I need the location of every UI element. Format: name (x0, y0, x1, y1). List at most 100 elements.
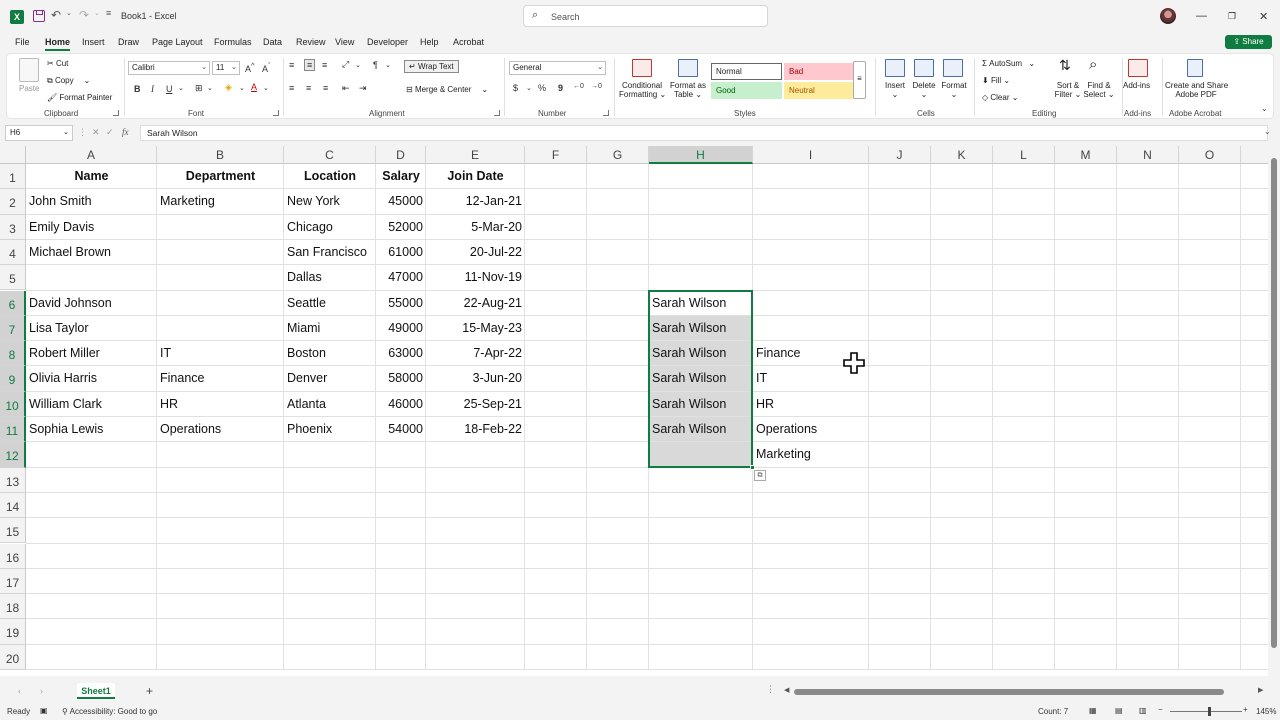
column-header-g[interactable]: G (587, 146, 649, 164)
format-painter-button[interactable]: 🖌 Format Painter (47, 93, 112, 102)
cell-e3[interactable]: 5-Mar-20 (426, 215, 525, 240)
cell-b2[interactable]: Marketing (157, 189, 284, 214)
cell-c11[interactable]: Phoenix (284, 417, 376, 442)
zoom-level[interactable]: 145% (1256, 707, 1276, 716)
vertical-scrollbar[interactable] (1268, 146, 1280, 676)
page-break-icon[interactable]: ▥ (1139, 706, 1147, 715)
undo-dropdown-icon[interactable]: ⌄ (66, 9, 72, 17)
sort-filter-button[interactable]: Sort & Filter ⌄ (1053, 81, 1083, 99)
cell-e2[interactable]: 12-Jan-21 (426, 189, 525, 214)
cell-d3[interactable]: 52000 (376, 215, 426, 240)
avatar[interactable] (1160, 8, 1176, 24)
cell-a3[interactable]: Emily Davis (26, 215, 157, 240)
cell-c4[interactable]: San Francisco (284, 240, 376, 265)
cell-i10[interactable]: HR (753, 392, 869, 417)
cell-d4[interactable]: 61000 (376, 240, 426, 265)
increase-indent-icon[interactable]: ⇥ (359, 83, 367, 94)
cell-c9[interactable]: Denver (284, 366, 376, 391)
cell-a2[interactable]: John Smith (26, 189, 157, 214)
row-header-1[interactable]: 1 (0, 164, 26, 190)
cell-e9[interactable]: 3-Jun-20 (426, 366, 525, 391)
fill-button[interactable]: ⬇ Fill ⌄ (982, 76, 1010, 85)
cell-d2[interactable]: 45000 (376, 189, 426, 214)
align-middle-icon[interactable]: ≡ (304, 59, 316, 71)
addins-button[interactable]: Add-ins (1123, 81, 1150, 90)
fx-icon[interactable]: fx (122, 127, 129, 137)
page-layout-icon[interactable]: ▤ (1115, 706, 1123, 715)
align-bottom-icon[interactable]: ≡ (322, 60, 327, 70)
accessibility-status[interactable]: ⚲ Accessibility: Good to go (62, 707, 157, 716)
formula-input[interactable]: Sarah Wilson (140, 125, 1268, 141)
decrease-decimal-icon[interactable]: →0 (591, 83, 602, 90)
row-header-6[interactable]: 6 (0, 290, 26, 316)
format-as-table-button[interactable]: Format as Table ⌄ (668, 81, 708, 99)
font-launcher-icon[interactable] (273, 110, 279, 116)
font-color-icon[interactable]: A (251, 82, 257, 92)
borders-icon[interactable]: ⊞ (195, 83, 203, 94)
cell-b9[interactable]: Finance (157, 366, 284, 391)
orientation-icon[interactable]: ⤢ (342, 59, 349, 70)
cell-d6[interactable]: 55000 (376, 291, 426, 316)
currency-icon[interactable]: $ (513, 83, 518, 93)
cell-c6[interactable]: Seattle (284, 291, 376, 316)
tab-acrobat[interactable]: Acrobat (453, 37, 484, 47)
cell-i12[interactable]: Marketing (753, 442, 869, 467)
style-neutral[interactable]: Neutral (784, 82, 854, 99)
cell-c1[interactable]: Location (284, 164, 376, 189)
bold-icon[interactable]: B (134, 84, 141, 94)
autosum-button[interactable]: Σ AutoSum ⌄ (982, 59, 1035, 68)
tab-help[interactable]: Help (420, 37, 439, 47)
number-format-select[interactable]: General ⌄ (509, 61, 606, 75)
cancel-icon[interactable]: ✕ (92, 127, 100, 138)
cell-d5[interactable]: 47000 (376, 265, 426, 290)
style-good[interactable]: Good (711, 82, 782, 99)
macro-record-icon[interactable]: ▣ (40, 706, 48, 715)
format-cells-button[interactable]: Format ⌄ (939, 81, 969, 99)
row-header-20[interactable]: 20 (0, 644, 26, 670)
increase-font-icon[interactable]: A^ (245, 61, 255, 74)
row-header-4[interactable]: 4 (0, 239, 26, 266)
row-header-10[interactable]: 10 (0, 391, 26, 417)
row-header-13[interactable]: 13 (0, 467, 26, 493)
cell-a9[interactable]: Olivia Harris (26, 366, 157, 391)
font-size-select[interactable]: 11 ⌄ (212, 61, 240, 75)
cell-d8[interactable]: 63000 (376, 341, 426, 366)
align-top-icon[interactable]: ≡ (289, 60, 294, 70)
delete-cells-button[interactable]: Delete ⌄ (911, 81, 937, 99)
redo-dropdown-icon[interactable]: ⌄ (94, 9, 100, 17)
expand-formula-icon[interactable]: ⌄ (1264, 127, 1271, 136)
row-header-9[interactable]: 9 (0, 366, 26, 392)
tab-review[interactable]: Review (296, 37, 326, 47)
increase-decimal-icon[interactable]: ←0 (573, 83, 584, 90)
customize-toolbar-icon[interactable]: ≡ (106, 8, 111, 18)
tab-split-icon[interactable]: ⋮ (766, 684, 775, 695)
cell-a1[interactable]: Name (26, 164, 157, 189)
scroll-right-icon[interactable]: ▶ (1258, 686, 1263, 694)
share-button[interactable]: ⇪ Share (1225, 35, 1272, 49)
row-header-5[interactable]: 5 (0, 265, 26, 291)
tab-data[interactable]: Data (263, 37, 282, 47)
cell-a4[interactable]: Michael Brown (26, 240, 157, 265)
row-header-17[interactable]: 17 (0, 568, 26, 595)
select-all-corner[interactable] (0, 146, 26, 164)
font-color-dropdown-icon[interactable]: ⌄ (263, 84, 269, 92)
minimize-icon[interactable]: — (1196, 10, 1207, 22)
redo-icon[interactable]: ↷ (79, 8, 89, 22)
cell-c5[interactable]: Dallas (284, 265, 376, 290)
tab-insert[interactable]: Insert (82, 37, 105, 47)
rtl-icon[interactable]: ¶ (373, 60, 378, 70)
cell-a6[interactable]: David Johnson (26, 291, 157, 316)
conditional-formatting-button[interactable]: Conditional Formatting ⌄ (619, 81, 666, 99)
cell-e7[interactable]: 15-May-23 (426, 316, 525, 341)
align-right-icon[interactable]: ≡ (323, 83, 328, 93)
row-header-19[interactable]: 19 (0, 619, 26, 645)
tab-home[interactable]: Home (45, 37, 71, 51)
font-name-select[interactable]: Calibri ⌄ (128, 61, 210, 75)
column-header-l[interactable]: L (993, 146, 1055, 164)
ribbon-collapse-icon[interactable]: ⌄ (1261, 104, 1268, 113)
cut-button[interactable]: ✂ Cut (47, 59, 68, 68)
worksheet-grid[interactable]: ABCDEFGHIJKLMNO 1 2 3 4 5 6 7 8 9 10 11 12 13 14 15 16 1… (0, 146, 1280, 676)
next-sheet-icon[interactable]: › (40, 686, 43, 696)
cell-c3[interactable]: Chicago (284, 215, 376, 240)
style-normal[interactable]: Normal (711, 63, 782, 80)
